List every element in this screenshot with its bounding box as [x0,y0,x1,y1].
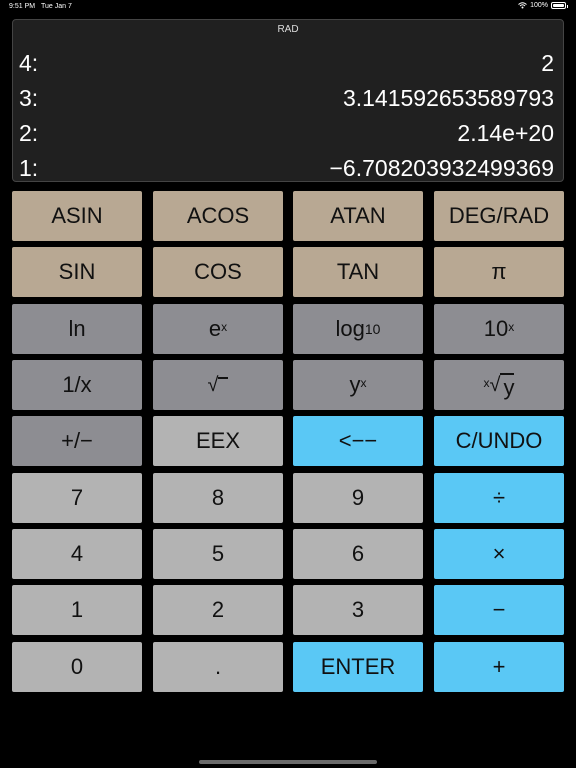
battery-percentage: 100% [530,2,548,9]
status-bar: 9:51 PM Tue Jan 7 100% [0,0,576,14]
stack-value: 2.14e+20 [457,119,554,146]
backspace-button[interactable]: <−− [293,416,423,466]
stack-value: −6.708203932499369 [329,154,555,181]
root-icon: √ [489,373,501,396]
power-button[interactable]: yx [293,360,423,410]
exp-superscript: x [221,320,228,334]
pi-button[interactable]: π [434,247,564,297]
home-indicator[interactable] [199,760,377,764]
decimal-button[interactable]: . [153,642,283,692]
tan-button[interactable]: TAN [293,247,423,297]
battery-icon [551,2,568,9]
stack-row-3: 3: 3.141592653589793 [19,83,554,113]
stack-row-2: 2: 2.14e+20 [19,118,554,148]
stack-label: 2: [19,119,39,146]
status-time: 9:51 PM [9,3,36,10]
negate-button[interactable]: +/− [12,416,142,466]
digit-9-button[interactable]: 9 [293,473,423,523]
sqrt-icon: √ [207,373,219,396]
digit-1-button[interactable]: 1 [12,585,142,635]
sin-button[interactable]: SIN [12,247,142,297]
power-base: y [349,372,361,397]
acos-button[interactable]: ACOS [153,191,283,241]
digit-3-button[interactable]: 3 [293,585,423,635]
cos-button[interactable]: COS [153,247,283,297]
log10-button[interactable]: log 10 [293,304,423,354]
stack-label: 3: [19,84,39,111]
stack-value: 2 [541,49,554,76]
digit-2-button[interactable]: 2 [153,585,283,635]
xroot-superscript: x [483,376,490,390]
log-subscript: 10 [364,321,381,337]
digit-6-button[interactable]: 6 [293,529,423,579]
sqrt-button[interactable]: √ [153,360,283,410]
reciprocal-button[interactable]: 1/x [12,360,142,410]
xroot-base: y [500,372,515,401]
stack-row-1: 1: −6.708203932499369 [19,153,554,183]
pow10-base: 10 [483,316,509,341]
status-indicators: 100% [518,2,568,9]
digit-5-button[interactable]: 5 [153,529,283,579]
power-superscript: x [360,376,367,390]
stack-value: 3.141592653589793 [342,84,554,111]
digit-4-button[interactable]: 4 [12,529,142,579]
xroot-button[interactable]: x √ y [434,360,564,410]
clear-undo-button[interactable]: C/UNDO [434,416,564,466]
stack-row-4: 4: 2 [19,48,554,78]
status-date: Tue Jan 7 [41,3,72,10]
angle-mode: RAD [277,24,299,35]
subtract-button[interactable]: − [434,585,564,635]
ln-button[interactable]: ln [12,304,142,354]
divide-button[interactable]: ÷ [434,473,564,523]
pow10-superscript: x [508,320,515,334]
digit-8-button[interactable]: 8 [153,473,283,523]
wifi-icon [518,2,527,9]
enter-button[interactable]: ENTER [293,642,423,692]
deg-rad-button[interactable]: DEG/RAD [434,191,564,241]
atan-button[interactable]: ATAN [293,191,423,241]
eex-button[interactable]: EEX [153,416,283,466]
stack-label: 4: [19,49,39,76]
asin-button[interactable]: ASIN [12,191,142,241]
log-base: log [335,316,365,341]
digit-7-button[interactable]: 7 [12,473,142,523]
pow10-button[interactable]: 10 x [434,304,564,354]
multiply-button[interactable]: × [434,529,564,579]
add-button[interactable]: + [434,642,564,692]
exp-base: e [208,316,222,341]
exp-button[interactable]: ex [153,304,283,354]
digit-0-button[interactable]: 0 [12,642,142,692]
stack-label: 1: [19,154,39,181]
stack-display: RAD 4: 2 3: 3.141592653589793 2: 2.14e+2… [12,19,564,182]
